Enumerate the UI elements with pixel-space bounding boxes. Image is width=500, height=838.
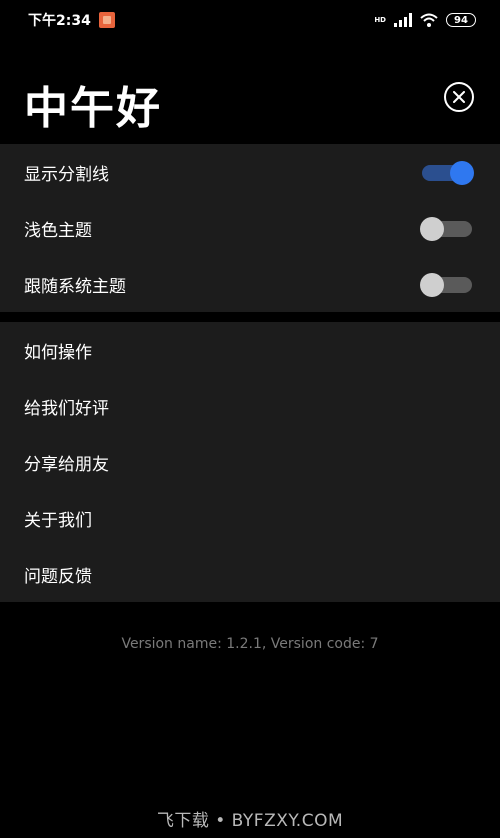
setting-label: 跟随系统主题	[24, 276, 126, 297]
link-about-us[interactable]: 关于我们	[0, 490, 500, 546]
close-button[interactable]	[444, 82, 474, 112]
wifi-icon	[420, 13, 438, 27]
watermark: 飞下载 • BYFZXY.COM	[156, 811, 344, 831]
network-type-label: HD	[374, 15, 386, 24]
setting-light-theme[interactable]: 浅色主题	[0, 200, 500, 256]
app-notification-icon	[98, 12, 115, 28]
greeting-title: 中午好	[24, 83, 162, 134]
link-label: 分享给朋友	[24, 454, 109, 475]
status-time: 下午2:34	[28, 13, 91, 29]
links-card: 如何操作 给我们好评 分享给朋友 关于我们 问题反馈	[0, 322, 500, 602]
light-theme-toggle[interactable]	[420, 217, 472, 241]
settings-card: 显示分割线 浅色主题 跟随系统主题	[0, 144, 500, 312]
toggle-thumb	[420, 217, 444, 241]
link-how-to-use[interactable]: 如何操作	[0, 322, 500, 378]
toggle-thumb	[450, 161, 474, 185]
setting-show-divider[interactable]: 显示分割线	[0, 144, 500, 200]
link-label: 给我们好评	[24, 398, 109, 419]
close-icon	[453, 91, 465, 103]
version-info: Version name: 1.2.1, Version code: 7	[121, 636, 379, 652]
setting-label: 显示分割线	[24, 164, 109, 185]
link-label: 问题反馈	[24, 566, 92, 587]
link-share[interactable]: 分享给朋友	[0, 434, 500, 490]
setting-follow-system-theme[interactable]: 跟随系统主题	[0, 256, 500, 312]
toggle-thumb	[420, 273, 444, 297]
follow-system-theme-toggle[interactable]	[420, 273, 472, 297]
status-bar: 下午2:34 HD 94	[0, 0, 500, 40]
link-rate-us[interactable]: 给我们好评	[0, 378, 500, 434]
status-left: 下午2:34	[28, 10, 115, 30]
setting-label: 浅色主题	[24, 220, 92, 241]
link-feedback[interactable]: 问题反馈	[0, 546, 500, 602]
show-divider-toggle[interactable]	[422, 161, 474, 185]
battery-icon: 94	[446, 13, 476, 27]
link-label: 关于我们	[24, 510, 92, 531]
status-right: HD 94	[374, 13, 476, 27]
signal-icon	[394, 13, 412, 27]
link-label: 如何操作	[24, 342, 92, 363]
